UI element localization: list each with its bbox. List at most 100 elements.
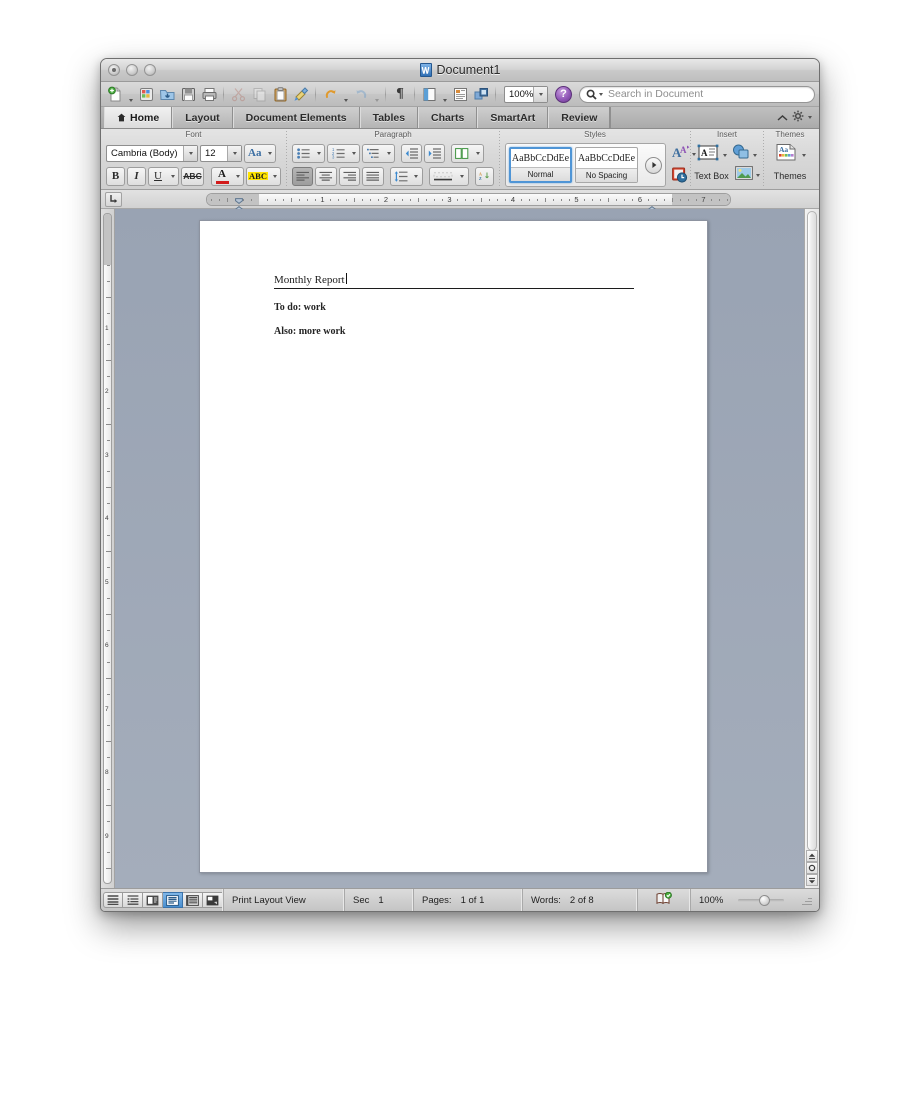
style-tile-no-spacing[interactable]: AaBbCcDdEe No Spacing <box>575 147 638 183</box>
columns-icon[interactable] <box>451 143 472 163</box>
document-body[interactable]: Monthly Report To do: work Also: more wo… <box>274 273 647 337</box>
chevron-up-icon[interactable] <box>777 109 788 127</box>
media-browser-button[interactable] <box>136 84 156 104</box>
format-painter-button[interactable] <box>291 84 311 104</box>
more-styles-icon[interactable] <box>645 156 662 174</box>
scrollbar-thumb[interactable] <box>807 211 817 851</box>
full-screen-button[interactable] <box>203 892 223 908</box>
line-spacing-icon[interactable] <box>389 166 411 186</box>
font-family-combo[interactable]: Cambria (Body) <box>106 144 198 162</box>
new-document-dropdown[interactable] <box>126 82 135 106</box>
multilevel-dropdown[interactable] <box>383 143 395 163</box>
change-case-dropdown[interactable] <box>264 143 277 163</box>
tab-document-elements[interactable]: Document Elements <box>232 107 360 128</box>
bullets-dropdown[interactable] <box>313 143 325 163</box>
highlight-button[interactable]: ABC <box>246 166 269 186</box>
manage-styles-icon[interactable]: AA <box>672 144 691 165</box>
text-box-icon[interactable]: A <box>697 144 719 166</box>
underline-dropdown[interactable] <box>167 166 179 186</box>
search-input[interactable]: Search in Document <box>579 85 815 103</box>
document-paragraph[interactable]: Also: more work <box>274 326 647 337</box>
document-paragraph[interactable]: To do: work <box>274 302 647 313</box>
zoom-slider-knob[interactable] <box>758 894 770 906</box>
decrease-indent-icon[interactable] <box>401 143 422 163</box>
copy-button[interactable] <box>249 84 269 104</box>
tab-layout[interactable]: Layout <box>172 107 233 128</box>
spellcheck-section[interactable] <box>637 889 690 911</box>
print-layout-button[interactable] <box>163 892 183 908</box>
sort-az-icon[interactable]: AZ <box>474 166 494 186</box>
numbered-list-icon[interactable]: 123 <box>327 143 348 163</box>
redo-button[interactable] <box>351 84 371 104</box>
font-color-dropdown[interactable] <box>232 166 244 186</box>
undo-button[interactable] <box>320 84 340 104</box>
strikethrough-button[interactable]: ABC <box>181 166 204 186</box>
scroll-down-icon[interactable] <box>806 874 818 886</box>
font-family-dropdown[interactable] <box>183 145 197 161</box>
font-size-combo[interactable]: 12 <box>200 144 242 162</box>
sidebar-dropdown[interactable] <box>440 82 449 106</box>
vertical-scrollbar[interactable] <box>804 209 819 888</box>
sidebar-panel-icon[interactable] <box>419 84 439 104</box>
publishing-layout-button[interactable] <box>143 892 163 908</box>
spellcheck-book-icon[interactable] <box>656 891 672 908</box>
gear-icon[interactable] <box>792 109 804 127</box>
scroll-up-icon[interactable] <box>806 850 818 862</box>
numbering-dropdown[interactable] <box>348 143 360 163</box>
borders-dropdown[interactable] <box>456 166 469 186</box>
new-document-button[interactable] <box>105 84 125 104</box>
style-tile-normal[interactable]: AaBbCcDdEe Normal <box>509 147 572 183</box>
document-page[interactable]: Monthly Report To do: work Also: more wo… <box>199 220 708 873</box>
tab-stop-icon[interactable] <box>105 191 122 207</box>
change-case-icon[interactable]: Aa <box>244 143 265 163</box>
outline-view-button[interactable] <box>123 892 143 908</box>
highlight-dropdown[interactable] <box>269 166 281 186</box>
select-browse-object-icon[interactable] <box>806 862 818 874</box>
help-button[interactable]: ? <box>555 85 572 103</box>
shapes-icon[interactable] <box>732 144 750 166</box>
bulleted-list-icon[interactable] <box>292 143 313 163</box>
tab-review[interactable]: Review <box>548 107 611 128</box>
underline-button[interactable]: U <box>148 166 167 186</box>
document-heading[interactable]: Monthly Report <box>274 273 634 289</box>
save-button[interactable] <box>178 84 198 104</box>
tab-home[interactable]: Home <box>104 107 173 128</box>
ruler-tick <box>370 198 372 201</box>
toolbox-icon[interactable] <box>471 84 491 104</box>
tab-tables[interactable]: Tables <box>359 107 419 128</box>
picture-icon[interactable] <box>734 166 753 185</box>
ruler-tick <box>616 198 618 201</box>
justify-icon[interactable] <box>362 166 384 186</box>
borders-icon[interactable] <box>428 166 457 186</box>
align-left-icon[interactable] <box>292 166 314 186</box>
pilcrow-icon[interactable]: ¶ <box>390 84 410 104</box>
align-center-icon[interactable] <box>315 166 337 186</box>
bold-button[interactable]: B <box>106 166 125 186</box>
tab-smartart[interactable]: SmartArt <box>477 107 549 128</box>
cut-button[interactable] <box>228 84 248 104</box>
notebook-layout-button[interactable] <box>183 892 203 908</box>
zoom-combo[interactable]: 100% <box>504 85 548 103</box>
draft-view-button[interactable] <box>103 892 123 908</box>
tab-charts[interactable]: Charts <box>418 107 478 128</box>
themes-icon[interactable]: Aa <box>775 143 799 167</box>
font-color-button[interactable]: A <box>211 166 232 186</box>
redo-dropdown[interactable] <box>372 82 381 106</box>
zoom-dropdown[interactable] <box>533 86 547 102</box>
notebook-icon[interactable] <box>450 84 470 104</box>
vertical-ruler[interactable]: 1 2 3 4 5 6 7 8 9 <box>101 209 115 888</box>
increase-indent-icon[interactable] <box>424 143 445 163</box>
open-button[interactable] <box>157 84 177 104</box>
resize-grip-icon[interactable] <box>801 895 812 906</box>
italic-button[interactable]: I <box>127 166 146 186</box>
font-size-dropdown[interactable] <box>227 145 241 161</box>
paste-button[interactable] <box>270 84 290 104</box>
line-spacing-dropdown[interactable] <box>410 166 423 186</box>
document-canvas[interactable]: Monthly Report To do: work Also: more wo… <box>115 209 804 888</box>
zoom-slider[interactable] <box>738 894 784 906</box>
multilevel-list-icon[interactable] <box>362 143 383 163</box>
undo-dropdown[interactable] <box>341 82 350 106</box>
align-right-icon[interactable] <box>338 166 361 186</box>
columns-dropdown[interactable] <box>472 143 484 163</box>
print-button[interactable] <box>199 84 219 104</box>
